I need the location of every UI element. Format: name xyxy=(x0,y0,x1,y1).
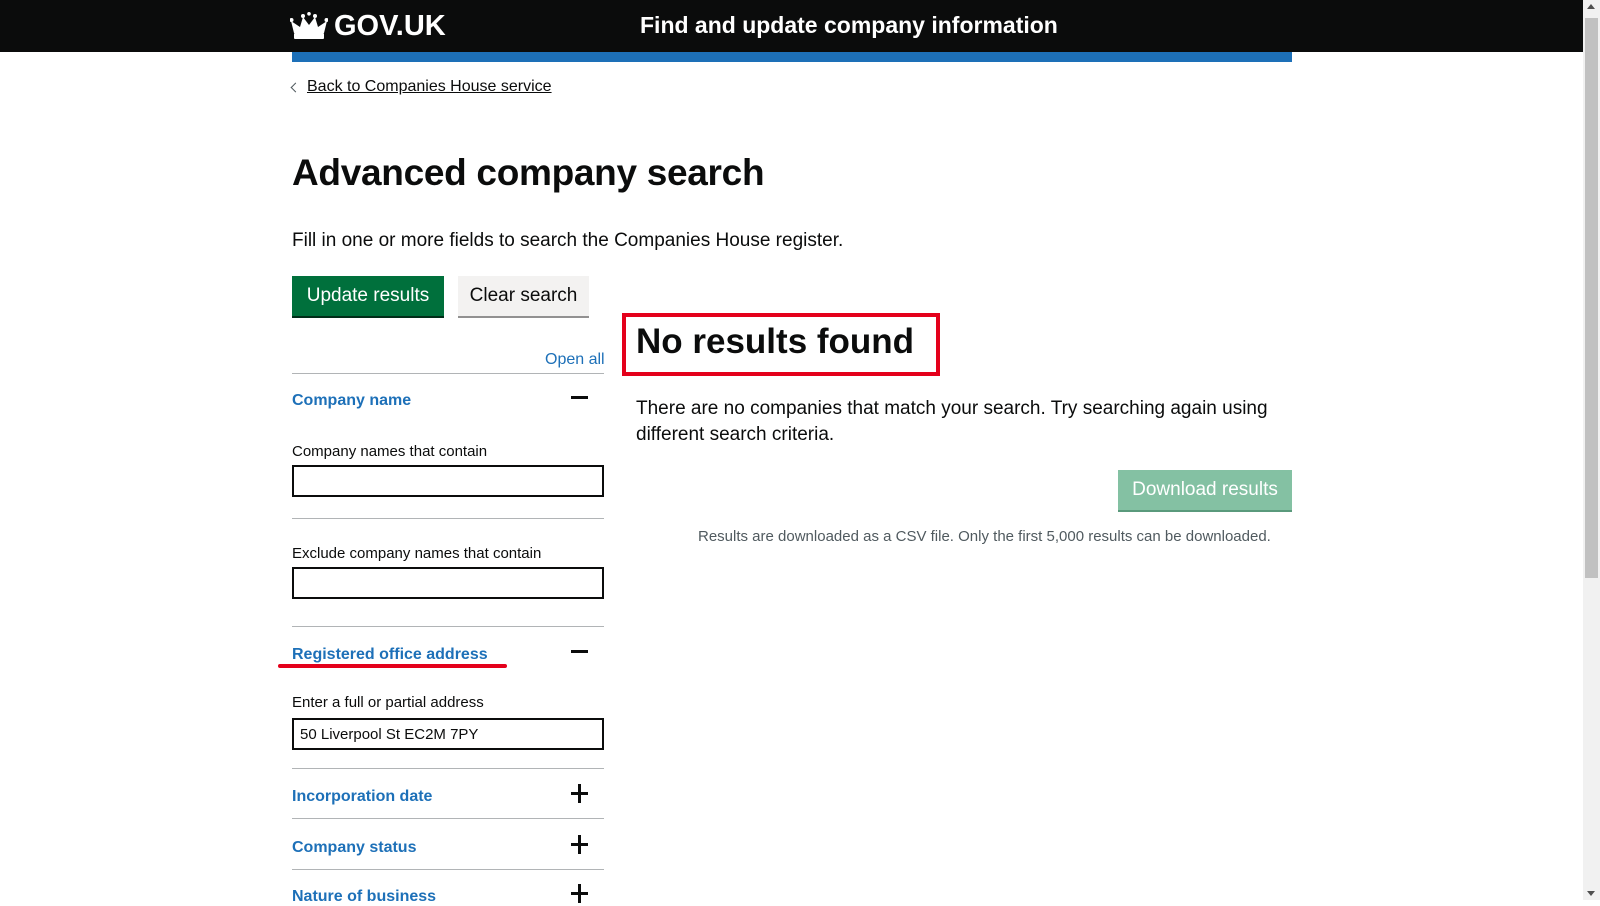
update-results-button[interactable]: Update results xyxy=(292,276,444,316)
plus-icon[interactable] xyxy=(570,784,590,804)
plus-icon[interactable] xyxy=(570,835,590,855)
divider xyxy=(292,869,604,870)
company-names-contain-label: Company names that contain xyxy=(292,443,488,460)
accordion-company-status-title[interactable]: Company status xyxy=(292,839,416,857)
header-blue-bar xyxy=(292,52,1292,62)
results-message: There are no companies that match your s… xyxy=(636,398,1268,445)
govuk-logo-link[interactable]: GOV.UK xyxy=(290,10,446,43)
divider xyxy=(292,626,604,627)
accordion-company-name-title[interactable]: Company name xyxy=(292,392,411,410)
divider xyxy=(292,518,604,519)
annotation-red-underline xyxy=(278,664,507,668)
download-results-button[interactable]: Download results xyxy=(1118,470,1292,510)
back-link-container: Back to Companies House service xyxy=(290,78,552,96)
service-name-link[interactable]: Find and update company information xyxy=(640,12,1058,39)
accordion-registered-office-title[interactable]: Registered office address xyxy=(292,646,488,664)
plus-icon[interactable] xyxy=(570,884,590,904)
page-scrollbar[interactable] xyxy=(1583,0,1600,900)
open-all-link[interactable]: Open all xyxy=(545,351,605,369)
minus-icon[interactable] xyxy=(570,388,590,408)
clear-search-button[interactable]: Clear search xyxy=(458,276,589,316)
site-header: GOV.UK Find and update company informati… xyxy=(0,0,1583,52)
exclude-company-names-label: Exclude company names that contain xyxy=(292,545,542,562)
download-note: Results are downloaded as a CSV file. On… xyxy=(698,528,1271,545)
back-link[interactable]: Back to Companies House service xyxy=(307,78,552,96)
divider xyxy=(292,373,604,374)
results-heading: No results found xyxy=(636,322,915,361)
divider xyxy=(292,818,604,819)
page-lede: Fill in one or more fields to search the… xyxy=(292,230,844,251)
exclude-company-names-input[interactable] xyxy=(292,567,604,599)
accordion-incorporation-date-title[interactable]: Incorporation date xyxy=(292,788,432,806)
chevron-left-icon xyxy=(290,82,301,92)
scroll-up-arrow-icon[interactable] xyxy=(1587,4,1595,9)
divider xyxy=(292,768,604,769)
page-title: Advanced company search xyxy=(292,152,765,193)
logo-text: GOV.UK xyxy=(334,10,446,42)
company-names-contain-input[interactable] xyxy=(292,465,604,497)
minus-icon[interactable] xyxy=(570,642,590,662)
scrollbar-thumb[interactable] xyxy=(1585,18,1598,578)
accordion-nature-of-business-title[interactable]: Nature of business xyxy=(292,888,436,906)
scroll-down-arrow-icon[interactable] xyxy=(1587,891,1595,896)
crown-icon xyxy=(290,11,328,39)
address-label: Enter a full or partial address xyxy=(292,694,484,711)
address-input[interactable] xyxy=(292,718,604,750)
